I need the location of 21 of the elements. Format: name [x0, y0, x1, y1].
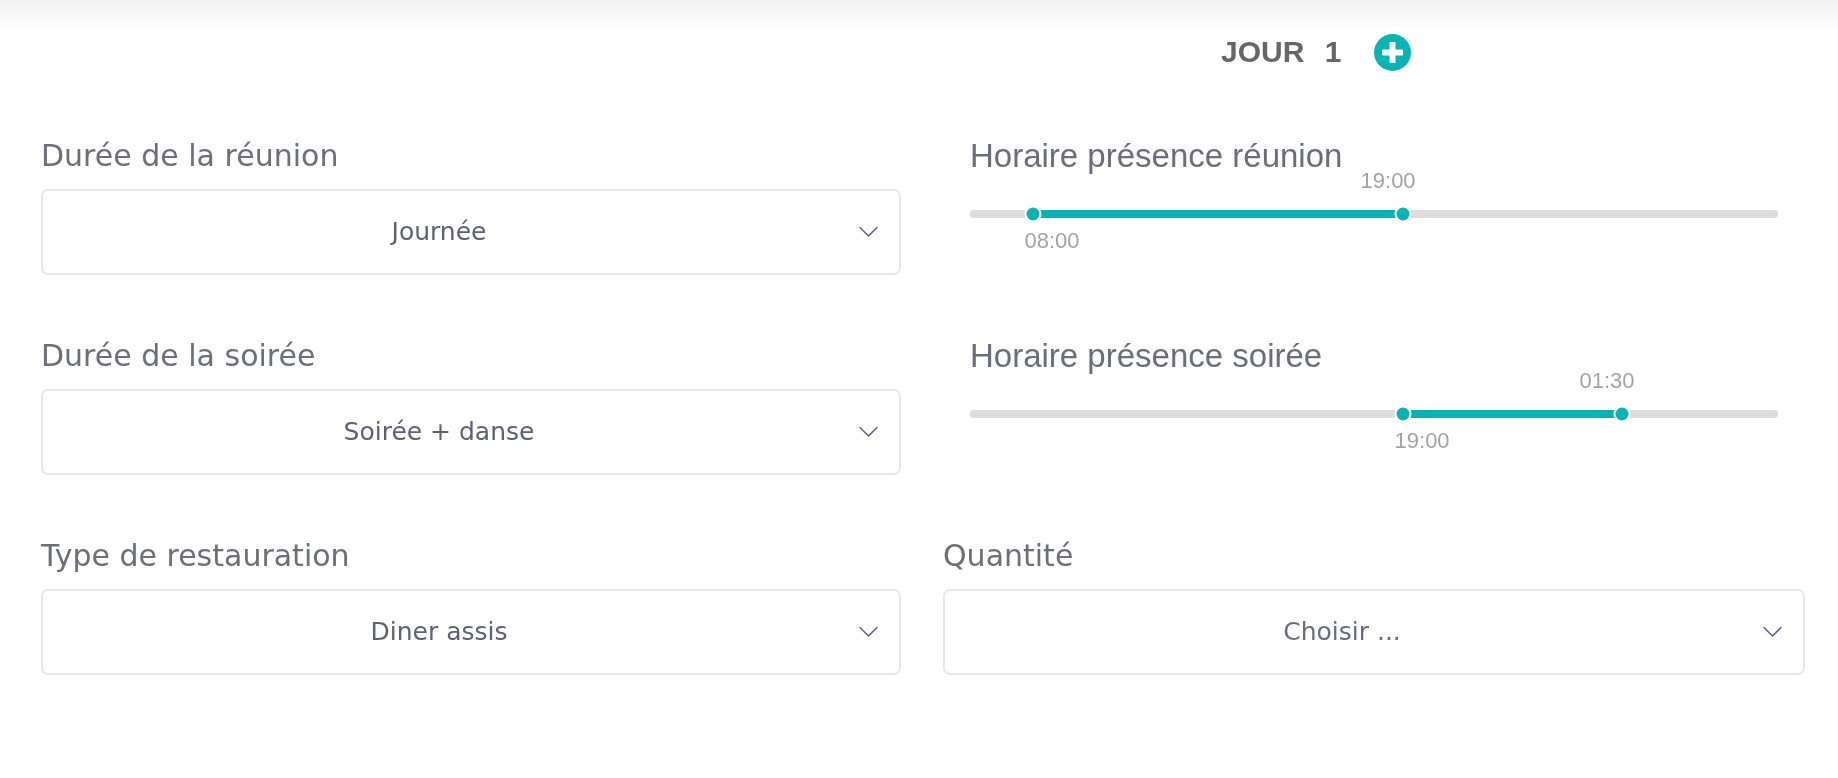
slider-value-label: 19:00	[1394, 430, 1450, 452]
select-dropdown[interactable]: Diner assis	[41, 589, 901, 675]
slider-value-label: 01:30	[1579, 370, 1635, 392]
slider-value-label: 08:00	[1024, 230, 1080, 252]
select-dropdown[interactable]: Soirée + danse	[41, 389, 901, 475]
add-day-button[interactable]	[1374, 33, 1412, 71]
slider-label: Horaire présence réunion	[970, 138, 1343, 174]
chevron-down-icon	[859, 226, 878, 238]
day-title: JOUR 1	[1221, 37, 1342, 67]
field-label: Durée de la réunion	[41, 138, 339, 174]
chevron-down-icon	[859, 626, 878, 638]
chevron-down-icon	[1763, 626, 1782, 638]
field-label: Quantité	[943, 538, 1074, 574]
plus-circle-icon	[1374, 33, 1412, 71]
field-label: Type de restauration	[41, 538, 350, 574]
select-dropdown[interactable]: Journée	[41, 189, 901, 275]
field-label: Durée de la soirée	[41, 338, 316, 374]
select-dropdown[interactable]: Choisir ...	[943, 589, 1805, 675]
slider-label: Horaire présence soirée	[970, 338, 1323, 374]
slider-value-label: 19:00	[1360, 170, 1416, 192]
chevron-down-icon	[859, 426, 878, 438]
